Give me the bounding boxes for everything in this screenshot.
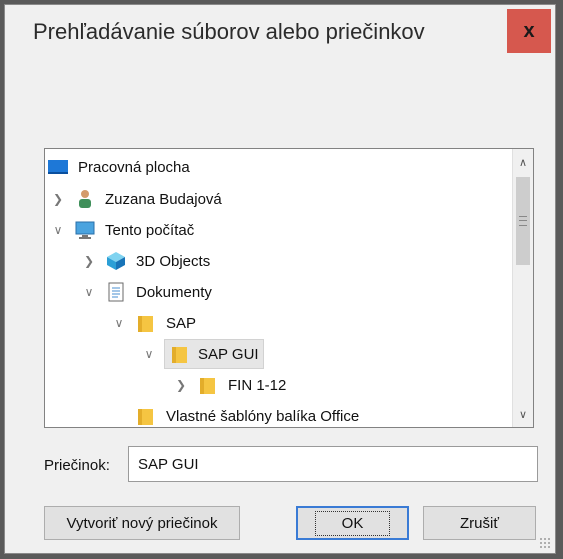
scroll-thumb[interactable]: [516, 177, 530, 265]
folder-field[interactable]: [128, 446, 538, 482]
tree-item-label: SAP: [166, 314, 197, 332]
browse-folder-dialog: Prehľadávanie súborov alebo priečinkov x…: [4, 4, 556, 554]
folder-tree[interactable]: Pracovná plocha ❯ Zuzana Budajová ∨ Tent…: [44, 148, 534, 428]
tree-item-fin[interactable]: ❯ FIN 1-12: [173, 370, 290, 400]
title-bar[interactable]: Prehľadávanie súborov alebo priečinkov x: [5, 5, 555, 60]
tree-item-label: Tento počítač: [105, 221, 195, 239]
chevron-right-icon[interactable]: ❯: [173, 377, 189, 393]
computer-icon: [74, 219, 96, 241]
3d-objects-icon: [105, 250, 127, 272]
tree-item-documents[interactable]: ∨ Dokumenty: [81, 277, 216, 307]
folder-icon: [135, 405, 157, 427]
dialog-title: Prehľadávanie súborov alebo priečinkov: [33, 19, 425, 44]
tree-item-label: Dokumenty: [136, 283, 212, 301]
close-icon: x: [523, 19, 535, 42]
documents-icon: [105, 281, 127, 303]
chevron-right-icon[interactable]: ❯: [50, 191, 66, 207]
tree-scrollbar[interactable]: ∧ ∨: [512, 149, 533, 427]
folder-label: Priečinok:: [44, 457, 110, 474]
tree-item-label: Pracovná plocha: [78, 158, 190, 176]
chevron-down-icon[interactable]: ∨: [81, 284, 97, 300]
chevron-right-icon[interactable]: ❯: [81, 253, 97, 269]
desktop-icon: [47, 156, 69, 178]
ok-button[interactable]: OK: [296, 506, 409, 540]
ok-button-label: OK: [314, 510, 391, 536]
folder-icon: [135, 312, 157, 334]
tree-item-sap[interactable]: ∨ SAP: [111, 308, 200, 338]
chevron-down-icon[interactable]: ∨: [50, 222, 66, 238]
tree-item-desktop[interactable]: Pracovná plocha: [47, 152, 194, 182]
tree-item-label: Zuzana Budajová: [105, 190, 222, 208]
user-icon: [74, 188, 96, 210]
scroll-down-icon[interactable]: ∨: [513, 404, 533, 424]
chevron-down-icon[interactable]: ∨: [141, 346, 157, 362]
grip-icon: [519, 216, 527, 226]
folder-icon: [197, 374, 219, 396]
resize-grip-icon[interactable]: [539, 537, 551, 549]
tree-item-label: SAP GUI: [198, 345, 259, 363]
scroll-up-icon[interactable]: ∧: [513, 152, 533, 172]
tree-item-label: 3D Objects: [136, 252, 211, 270]
tree-item-sap-gui[interactable]: ∨ SAP GUI: [141, 339, 264, 369]
chevron-down-icon[interactable]: ∨: [111, 315, 127, 331]
tree-item-this-pc[interactable]: ∨ Tento počítač: [50, 215, 198, 245]
close-button[interactable]: x: [507, 9, 551, 53]
tree-item-label: Vlastné šablóny balíka Office: [166, 407, 360, 425]
folder-icon: [169, 343, 191, 365]
tree-item-user[interactable]: ❯ Zuzana Budajová: [50, 184, 226, 214]
tree-item-office-templates[interactable]: Vlastné šablóny balíka Office: [135, 401, 363, 427]
tree-item-label: FIN 1-12: [228, 376, 287, 394]
cancel-button[interactable]: Zrušiť: [423, 506, 536, 540]
tree-item-3d-objects[interactable]: ❯ 3D Objects: [81, 246, 214, 276]
new-folder-button[interactable]: Vytvoriť nový priečinok: [44, 506, 240, 540]
